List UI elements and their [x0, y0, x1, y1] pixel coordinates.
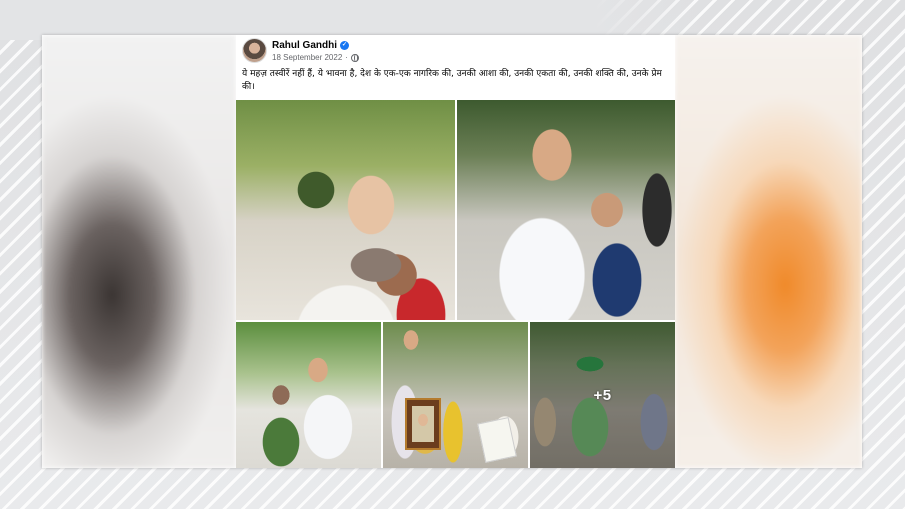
globe-icon [350, 53, 359, 62]
framed-portrait [405, 398, 441, 450]
post-meta: 18 September 2022 · [272, 53, 359, 62]
blurred-right-panel [675, 35, 862, 468]
post-date[interactable]: 18 September 2022 [272, 53, 342, 62]
post-caption: ये महज़ तस्वीरें नहीं हैं, ये भावना है, … [242, 69, 662, 92]
meta-separator: · [345, 53, 348, 62]
post-photo-5[interactable]: +5 [530, 322, 675, 468]
author-row: Rahul Gandhi ✓ [272, 40, 349, 51]
post-photo-2[interactable] [457, 100, 675, 320]
author-name[interactable]: Rahul Gandhi [272, 40, 337, 51]
post-photo-3[interactable] [236, 322, 381, 468]
blurred-left-panel [42, 35, 236, 468]
facebook-post: Rahul Gandhi ✓ 18 September 2022 · ये मह… [236, 35, 675, 468]
screenshot-frame: Rahul Gandhi ✓ 18 September 2022 · ये मह… [42, 35, 862, 468]
background-top-fade [0, 0, 700, 40]
post-header: Rahul Gandhi ✓ 18 September 2022 · [242, 38, 672, 66]
author-avatar[interactable] [242, 38, 267, 63]
post-photo-1[interactable] [236, 100, 455, 320]
placard [477, 417, 517, 463]
verified-badge-icon: ✓ [340, 41, 349, 50]
more-photos-count[interactable]: +5 [530, 322, 675, 468]
post-photo-4[interactable] [383, 322, 528, 468]
